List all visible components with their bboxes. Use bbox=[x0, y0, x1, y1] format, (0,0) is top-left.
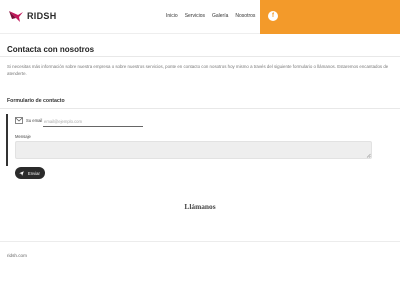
facebook-icon[interactable]: f bbox=[268, 11, 278, 21]
send-button[interactable]: Enviar bbox=[15, 167, 45, 179]
divider bbox=[0, 241, 400, 242]
nav-item-inicio[interactable]: Inicio bbox=[166, 13, 178, 19]
brand-logo[interactable]: RIDSH bbox=[8, 9, 57, 23]
nav-item-galeria[interactable]: Galería bbox=[212, 13, 228, 19]
call-heading: Llámanos bbox=[184, 202, 216, 211]
envelope-icon bbox=[15, 117, 23, 124]
header-accent-panel: f bbox=[260, 0, 400, 34]
divider bbox=[0, 56, 400, 57]
message-label: Mensaje bbox=[15, 134, 31, 139]
main-nav: Inicio Servicios Galería Nosotros bbox=[166, 13, 255, 19]
page-title: Contacta con nosotros bbox=[7, 45, 95, 54]
divider bbox=[0, 108, 400, 109]
email-field[interactable] bbox=[43, 117, 143, 127]
message-textarea[interactable] bbox=[15, 141, 372, 159]
site-header: RIDSH Inicio Servicios Galería Nosotros … bbox=[0, 0, 400, 34]
nav-item-nosotros[interactable]: Nosotros bbox=[235, 13, 255, 19]
paper-plane-icon bbox=[19, 170, 24, 176]
form-accent-bar bbox=[6, 114, 8, 166]
intro-text: Si necesitas más información sobre nuest… bbox=[7, 64, 389, 76]
email-label: Su email bbox=[26, 118, 43, 123]
send-button-label: Enviar bbox=[28, 170, 40, 176]
form-title: Formulario de contacto bbox=[7, 98, 65, 104]
brand-name: RIDSH bbox=[27, 11, 57, 21]
resize-grip-icon[interactable] bbox=[366, 153, 371, 158]
footer-text[interactable]: ridsh.com bbox=[7, 253, 27, 258]
nav-item-servicios[interactable]: Servicios bbox=[185, 13, 205, 19]
bird-logo-icon bbox=[9, 11, 23, 22]
